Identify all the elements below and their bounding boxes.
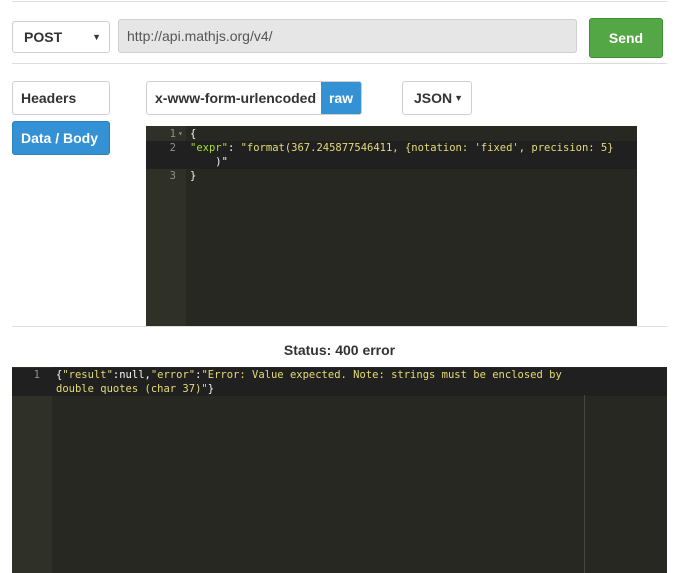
chevron-down-icon: ▼ (454, 93, 463, 103)
fold-arrow-icon[interactable]: ▾ (178, 127, 183, 141)
print-margin-line (584, 395, 585, 573)
json-string-value-wrap: )" (190, 156, 228, 168)
response-line: 1 {"result":null,"error":"Error: Value e… (12, 368, 667, 396)
json-string-value: "format(367.245877546411, {notation: 'fi… (240, 142, 614, 154)
chevron-down-icon: ▼ (92, 32, 101, 42)
line-number: 1 (33, 369, 40, 381)
tab-data-body[interactable]: Data / Body (12, 121, 110, 155)
send-button[interactable]: Send (589, 18, 663, 58)
method-value: POST (24, 29, 63, 45)
json-key: "error" (150, 369, 196, 381)
request-body-editor[interactable]: 1 ▾ { 2 "expr": "format(367.245877546411… (146, 126, 637, 327)
json-separator: : (227, 142, 241, 154)
response-viewer[interactable]: 1 {"result":null,"error":"Error: Value e… (12, 367, 667, 573)
format-value: JSON (414, 90, 453, 106)
header-divider (12, 63, 667, 64)
code-text: { (190, 128, 197, 140)
response-text: {"result":null,"error":"Error: Value exp… (56, 369, 569, 395)
tab-headers[interactable]: Headers (12, 81, 110, 115)
json-key: "expr" (190, 142, 228, 154)
editor-line-active: 2 "expr": "format(367.245877546411, {not… (146, 141, 637, 169)
encoding-urlencoded-option[interactable]: x-www-form-urlencoded (147, 82, 321, 114)
response-gutter (12, 367, 52, 573)
line-number: 3 (169, 170, 176, 182)
method-select[interactable]: POST ▼ (12, 21, 110, 53)
format-select[interactable]: JSON ▼ (402, 81, 472, 115)
json-key: "result" (62, 369, 113, 381)
line-number: 1 (169, 128, 176, 140)
url-input[interactable]: http://api.mathjs.org/v4/ (118, 19, 577, 53)
top-divider (12, 1, 667, 2)
encoding-raw-option[interactable]: raw (321, 82, 361, 114)
encoding-toggle[interactable]: x-www-form-urlencoded raw (146, 81, 362, 115)
body-divider (12, 326, 667, 327)
status-text: Status: 400 error (283, 342, 396, 358)
line-number: 2 (169, 142, 176, 154)
code-text: } (190, 170, 197, 182)
